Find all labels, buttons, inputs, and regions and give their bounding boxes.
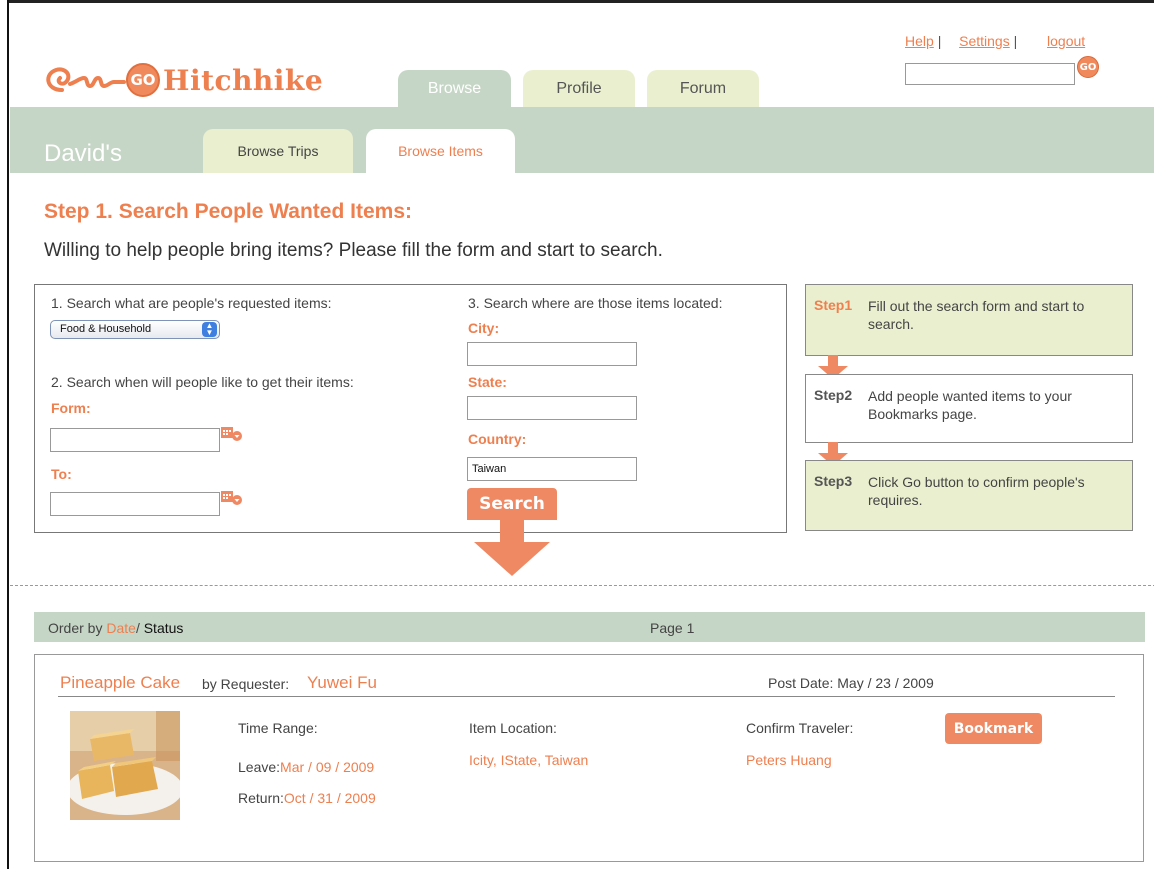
bookmark-button[interactable]: Bookmark (945, 713, 1042, 744)
tab-browse-trips[interactable]: Browse Trips (203, 129, 353, 173)
requester-label: by Requester: (202, 676, 290, 692)
link-separator: | (937, 33, 942, 49)
to-date-input[interactable] (50, 492, 220, 516)
step-text: Add people wanted items to your Bookmark… (868, 388, 1072, 422)
date-question-label: 2. Search when will people like to get t… (51, 374, 354, 390)
swirl-logo-icon (46, 67, 126, 92)
search-button[interactable]: Search (467, 488, 557, 520)
order-by: Order by Date/ Status (48, 620, 183, 636)
step-number: Step2 (814, 387, 853, 403)
requester-name-link[interactable]: Yuwei Fu (307, 673, 377, 693)
from-date-input[interactable] (50, 428, 220, 452)
calendar-icon[interactable] (221, 426, 243, 442)
confirm-traveler-label: Confirm Traveler: (746, 720, 854, 736)
link-separator: | (1013, 33, 1018, 49)
section-divider (10, 585, 1154, 586)
leave-value: Mar / 09 / 2009 (280, 759, 375, 775)
country-label: Country: (468, 431, 527, 447)
state-input[interactable] (467, 396, 637, 420)
category-question-label: 1. Search what are people's requested it… (51, 295, 332, 311)
logo-go-badge: GO (126, 63, 160, 97)
site-search-input[interactable] (905, 63, 1075, 85)
item-location-label: Item Location: (469, 720, 557, 736)
order-by-status-link[interactable]: Status (144, 620, 184, 636)
step-guide-3: Step3 Click Go button to confirm people'… (805, 460, 1133, 531)
leave-date: Leave:Mar / 09 / 2009 (238, 759, 374, 775)
state-label: State: (468, 374, 507, 390)
country-input[interactable]: Taiwan (467, 457, 637, 481)
step-text: Click Go button to confirm people's requ… (868, 474, 1085, 508)
logo-text: Hitchhike (163, 63, 324, 97)
to-date-label: To: (51, 466, 72, 482)
item-location-value: Icity, IState, Taiwan (469, 752, 589, 768)
window-left-border (0, 0, 9, 869)
confirm-traveler-link[interactable]: Peters Huang (746, 752, 832, 768)
step-number: Step3 (814, 473, 853, 489)
result-item-card (34, 654, 1144, 862)
results-order-bar: Order by Date/ Status Page 1 (34, 612, 1145, 642)
step-guide-2: Step2 Add people wanted items to your Bo… (805, 374, 1133, 443)
tab-browse[interactable]: Browse (398, 70, 511, 107)
city-input[interactable] (467, 342, 637, 366)
category-selected-value: Food & Household (60, 323, 152, 335)
return-value: Oct / 31 / 2009 (283, 790, 376, 806)
tab-forum[interactable]: Forum (647, 70, 759, 107)
location-question-label: 3. Search where are those items located: (468, 295, 723, 311)
site-logo[interactable]: GO Hitchhike (40, 60, 323, 100)
item-name-link[interactable]: Pineapple Cake (60, 673, 180, 693)
help-link[interactable]: Help (905, 33, 934, 49)
order-slash: / (135, 620, 144, 636)
result-divider (58, 696, 1115, 697)
step-number: Step1 (814, 297, 853, 313)
city-label: City: (468, 320, 500, 336)
return-date: Return:Oct / 31 / 2009 (238, 790, 376, 806)
settings-link[interactable]: Settings (959, 33, 1010, 49)
top-links: Help | Settings | logout (905, 33, 1085, 49)
down-arrow-icon (474, 520, 550, 576)
return-label: Return: (238, 790, 284, 806)
time-range-label: Time Range: (238, 720, 318, 736)
logout-link[interactable]: logout (1047, 33, 1085, 49)
order-by-date-link[interactable]: Date (106, 620, 136, 636)
leave-label: Leave: (238, 759, 281, 775)
post-date: Post Date: May / 23 / 2009 (768, 675, 934, 691)
nav-band (10, 107, 1154, 129)
order-by-label: Order by (48, 620, 107, 636)
subnav-band (10, 129, 1154, 173)
page-subtitle: Willing to help people bring items? Plea… (44, 240, 663, 261)
item-photo (70, 711, 180, 820)
category-select[interactable]: Food & Household ▲ ▼ (50, 320, 220, 339)
tab-browse-items[interactable]: Browse Items (366, 129, 515, 173)
calendar-icon[interactable] (221, 490, 243, 506)
site-search-go-button[interactable]: GO (1077, 56, 1099, 78)
owner-name: David's (44, 140, 122, 167)
step-text: Fill out the search form and start to se… (868, 298, 1085, 332)
tab-profile[interactable]: Profile (523, 70, 635, 107)
select-arrows-icon: ▲ ▼ (202, 322, 217, 337)
page-indicator: Page 1 (650, 620, 695, 636)
page-title: Step 1. Search People Wanted Items: (44, 200, 412, 223)
window-top-border (0, 0, 1154, 3)
from-date-label: Form: (51, 400, 91, 416)
step-guide-1: Step1 Fill out the search form and start… (805, 284, 1133, 356)
